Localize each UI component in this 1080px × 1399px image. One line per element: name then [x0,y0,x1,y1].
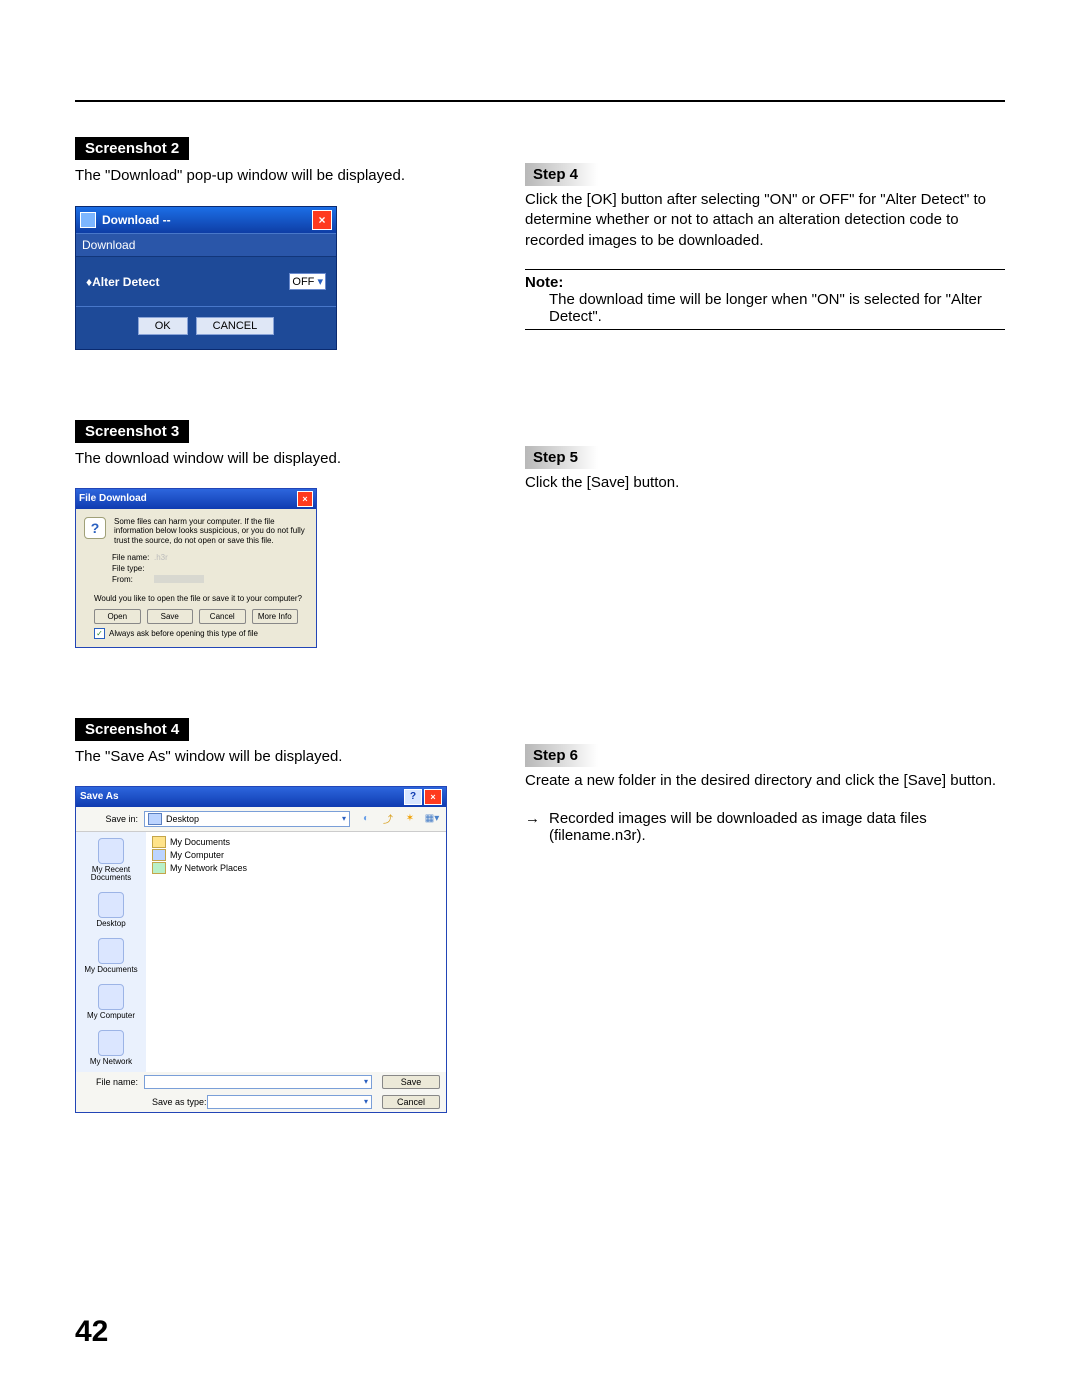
filetype-combo[interactable]: ▾ [207,1095,372,1109]
file-download-question: Would you like to open the file or save … [94,594,308,603]
alter-detect-select[interactable]: OFF ▾ [289,273,326,290]
cancel-button[interactable]: CANCEL [196,317,275,335]
filename-label: File name: [112,553,154,562]
screenshot-4-desc: The "Save As" window will be displayed. [75,747,495,767]
cancel-button[interactable]: Cancel [382,1095,440,1109]
step-4-tag: Step 4 [525,163,598,186]
step-4-body: Click the [OK] button after selecting "O… [525,190,1005,251]
more-info-button[interactable]: More Info [252,609,299,624]
download-subtitle: Download [76,233,336,257]
close-icon[interactable]: × [424,789,442,805]
place-documents[interactable]: My Documents [76,938,146,974]
from-label: From: [112,575,154,584]
file-download-dialog: File Download × ? Some files can harm yo… [75,488,317,649]
filename-value: .h3r [154,553,268,561]
save-button[interactable]: Save [147,609,194,624]
file-download-title: File Download [79,493,147,504]
up-icon[interactable]: ⤴ [380,811,396,827]
arrow-icon: → [525,810,549,844]
new-folder-icon[interactable]: ✶ [402,811,418,827]
cancel-button[interactable]: Cancel [199,609,246,624]
places-bar: My Recent Documents Desktop My Documents… [76,832,146,1072]
step-5-body: Click the [Save] button. [525,473,1005,493]
screenshot-2-tag: Screenshot 2 [75,137,189,160]
download-titlebar: Download -- × [76,207,336,233]
question-icon: ? [84,517,106,539]
save-in-combo[interactable]: Desktop▾ [144,811,350,827]
place-network[interactable]: My Network [76,1030,146,1066]
views-icon[interactable]: ▦▾ [424,811,440,827]
place-desktop[interactable]: Desktop [76,892,146,928]
save-in-label: Save in: [82,814,144,824]
place-recent[interactable]: My Recent Documents [76,838,146,882]
save-as-type-label: Save as type: [152,1097,207,1107]
file-download-warning: Some files can harm your computer. If th… [114,517,308,546]
alter-detect-label: ♦Alter Detect [86,275,289,289]
window-icon [80,212,96,228]
ok-button[interactable]: OK [138,317,188,335]
page-number: 42 [75,1315,108,1349]
download-title: Download -- [102,213,171,227]
chevron-down-icon: ▾ [342,814,346,823]
chevron-down-icon: ▾ [364,1097,368,1106]
filename-input[interactable]: ▾ [144,1075,372,1089]
list-item[interactable]: My Computer [152,849,440,861]
note-head: Note: [525,274,1005,291]
help-icon[interactable]: ? [404,789,422,805]
list-item[interactable]: My Documents [152,836,440,848]
save-button[interactable]: Save [382,1075,440,1089]
screenshot-2-desc: The "Download" pop-up window will be dis… [75,166,495,186]
file-list[interactable]: My Documents My Computer My Network Plac… [146,832,446,1072]
save-as-title: Save As [80,791,119,802]
back-icon[interactable]: ◐ [358,811,374,827]
screenshot-3-desc: The download window will be displayed. [75,449,495,469]
close-icon[interactable]: × [297,491,313,507]
step-6-body: Create a new folder in the desired direc… [525,771,1005,791]
download-popup: Download -- × Download ♦Alter Detect OFF… [75,206,337,350]
chevron-down-icon: ▾ [364,1077,368,1086]
screenshot-3-tag: Screenshot 3 [75,420,189,443]
note-body: The download time will be longer when "O… [525,291,1005,325]
from-value [154,575,204,583]
filename-label: File name: [82,1077,144,1087]
place-computer[interactable]: My Computer [76,984,146,1020]
chevron-down-icon: ▾ [317,276,323,288]
always-ask-checkbox[interactable]: ✓ [94,628,105,639]
close-icon[interactable]: × [312,210,332,230]
filetype-label: File type: [112,564,154,573]
always-ask-label: Always ask before opening this type of f… [109,629,258,638]
screenshot-4-tag: Screenshot 4 [75,718,189,741]
desktop-icon [148,813,162,825]
save-as-dialog: Save As ? × Save in: Desktop▾ ◐ ⤴ ✶ ▦▾ [75,786,447,1113]
list-item[interactable]: My Network Places [152,862,440,874]
step-6-tag: Step 6 [525,744,598,767]
step-6-result: Recorded images will be downloaded as im… [549,810,1005,844]
open-button[interactable]: Open [94,609,141,624]
step-5-tag: Step 5 [525,446,598,469]
